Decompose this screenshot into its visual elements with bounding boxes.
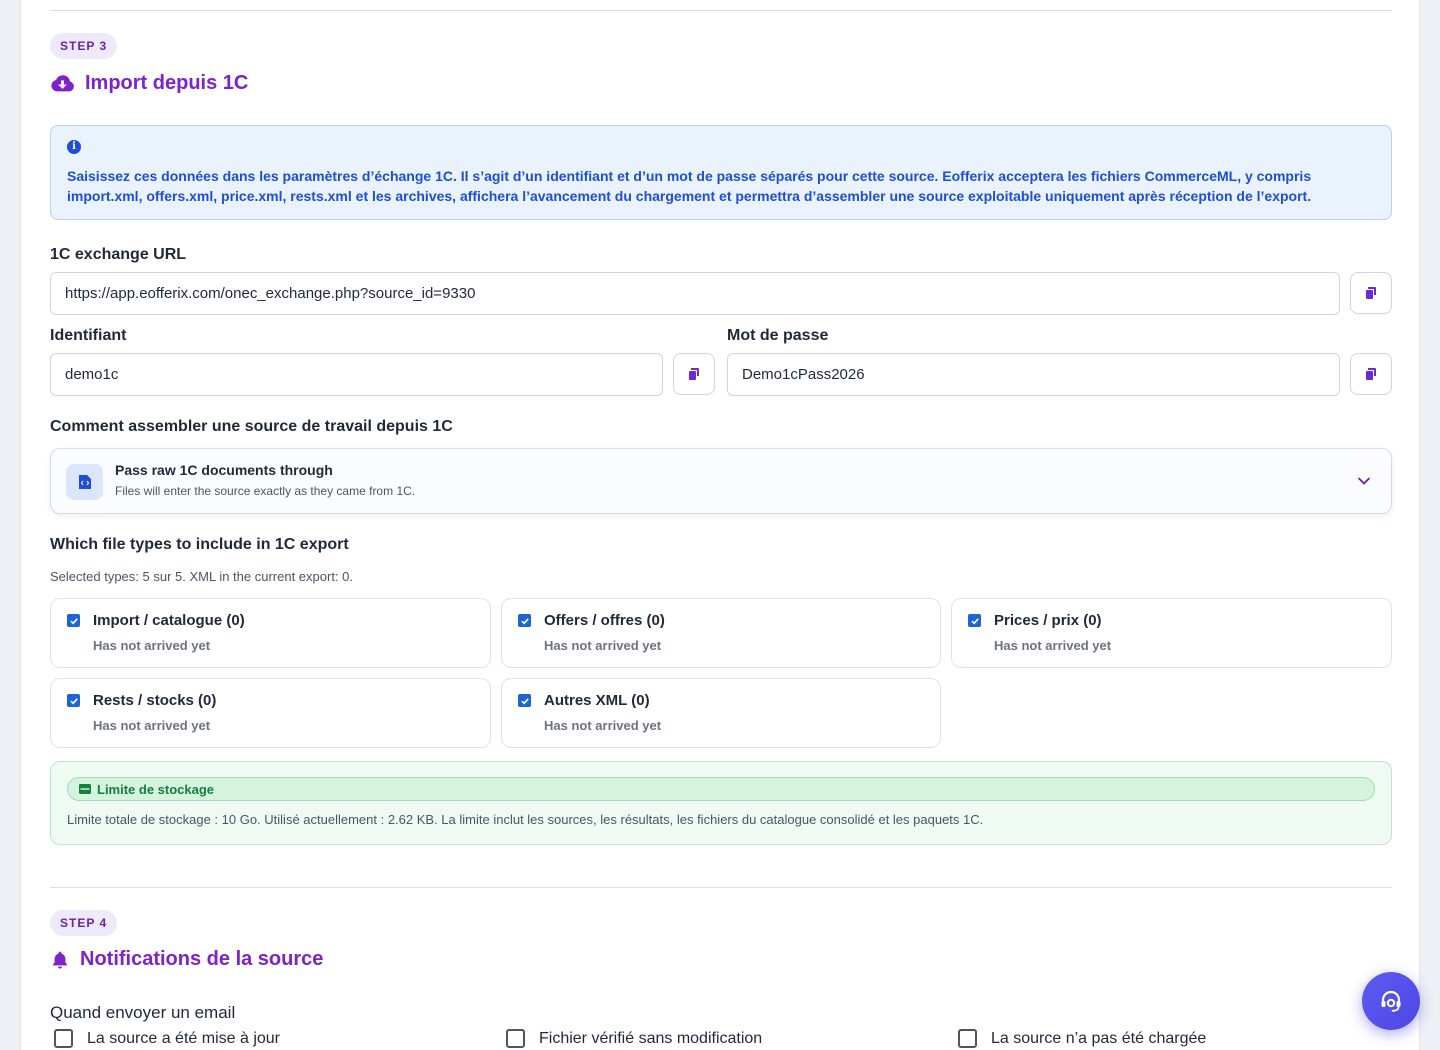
checkbox-unchecked[interactable]	[506, 1029, 525, 1048]
copy-url-button[interactable]	[1350, 272, 1392, 314]
top-divider	[50, 10, 1392, 11]
file-type-label: Prices / prix (0)	[994, 612, 1102, 629]
file-type-card[interactable]: Autres XML (0) Has not arrived yet	[501, 678, 941, 748]
section-title: Import depuis 1C	[50, 71, 248, 96]
file-type-status: Has not arrived yet	[544, 638, 662, 653]
checkbox-checked[interactable]	[67, 694, 80, 707]
checkbox-unchecked[interactable]	[54, 1029, 73, 1048]
storage-limit-badge: Limite de stockage	[67, 777, 1375, 801]
storage-icon	[79, 784, 91, 794]
notification-option[interactable]: La source a été mise à jour	[54, 1029, 280, 1048]
file-types-label: Which file types to include in 1C export	[50, 536, 349, 553]
file-type-label: Rests / stocks (0)	[93, 692, 217, 709]
file-type-label: Import / catalogue (0)	[93, 612, 245, 629]
headset-icon	[1381, 990, 1401, 1012]
login-label: Identifiant	[50, 327, 127, 344]
assemble-mode-select[interactable]: Pass raw 1C documents through Files will…	[50, 448, 1392, 514]
checkbox-checked[interactable]	[67, 614, 80, 627]
password-field[interactable]: Demo1cPass2026	[727, 353, 1340, 396]
copy-icon	[1366, 368, 1376, 380]
notification-option-label: La source a été mise à jour	[87, 1029, 280, 1047]
section-title: Notifications de la source	[50, 948, 323, 971]
info-alert: i Saisissez ces données dans les paramèt…	[50, 125, 1392, 220]
file-type-status: Has not arrived yet	[994, 638, 1112, 653]
info-text: Saisissez ces données dans les paramètre…	[67, 168, 1312, 204]
file-type-card[interactable]: Offers / offres (0) Has not arrived yet	[501, 598, 941, 668]
assemble-selected-title: Pass raw 1C documents through	[115, 462, 333, 478]
copy-login-button[interactable]	[673, 353, 715, 395]
storage-limit-panel: Limite de stockage Limite totale de stoc…	[50, 761, 1392, 845]
file-type-status: Has not arrived yet	[93, 638, 211, 653]
file-types-hint: Selected types: 5 sur 5. XML in the curr…	[50, 569, 354, 584]
checkbox-checked[interactable]	[518, 694, 531, 707]
file-type-status: Has not arrived yet	[93, 718, 211, 733]
assemble-selected-description: Files will enter the source exactly as t…	[115, 484, 416, 498]
settings-card: STEP 3 Import depuis 1C i Saisissez ces …	[20, 0, 1420, 1050]
notification-option[interactable]: Fichier vérifié sans modification	[506, 1029, 762, 1048]
assemble-label: Comment assembler une source de travail …	[50, 418, 453, 435]
file-type-label: Offers / offres (0)	[544, 612, 665, 629]
storage-limit-text: Limite totale de stockage : 10 Go. Utili…	[67, 812, 984, 827]
file-type-card[interactable]: Import / catalogue (0) Has not arrived y…	[50, 598, 491, 668]
support-chat-button[interactable]	[1362, 972, 1420, 1030]
storage-limit-title: Limite de stockage	[97, 781, 215, 797]
section-title-text: Import depuis 1C	[85, 72, 249, 94]
file-type-label: Autres XML (0)	[544, 692, 650, 709]
section-title-text: Notifications de la source	[80, 948, 324, 970]
password-label: Mot de passe	[727, 327, 829, 344]
checkbox-checked[interactable]	[518, 614, 531, 627]
copy-icon	[1366, 287, 1376, 299]
exchange-url-field[interactable]: https://app.eofferix.com/onec_exchange.p…	[50, 272, 1340, 315]
notification-option[interactable]: La source n’a pas été chargée	[958, 1029, 1206, 1048]
email-when-label: Quand envoyer un email	[50, 1003, 236, 1022]
file-type-card[interactable]: Prices / prix (0) Has not arrived yet	[951, 598, 1392, 668]
code-file-icon	[66, 464, 103, 500]
step-badge: STEP 4	[50, 910, 118, 936]
step-badge: STEP 3	[50, 33, 118, 59]
chevron-down-icon	[1358, 477, 1370, 485]
cloud-download-icon	[51, 75, 74, 92]
login-field[interactable]: demo1c	[50, 353, 663, 396]
url-label: 1C exchange URL	[50, 246, 187, 263]
checkbox-checked[interactable]	[968, 614, 981, 627]
notification-option-label: Fichier vérifié sans modification	[539, 1029, 763, 1047]
notification-option-label: La source n’a pas été chargée	[991, 1029, 1207, 1047]
file-type-card[interactable]: Rests / stocks (0) Has not arrived yet	[50, 678, 491, 748]
info-icon: i	[67, 140, 81, 154]
checkbox-unchecked[interactable]	[958, 1029, 977, 1048]
section-divider	[50, 887, 1392, 888]
copy-icon	[689, 368, 699, 380]
copy-password-button[interactable]	[1350, 353, 1392, 395]
file-type-status: Has not arrived yet	[544, 718, 662, 733]
bell-icon	[52, 951, 68, 969]
